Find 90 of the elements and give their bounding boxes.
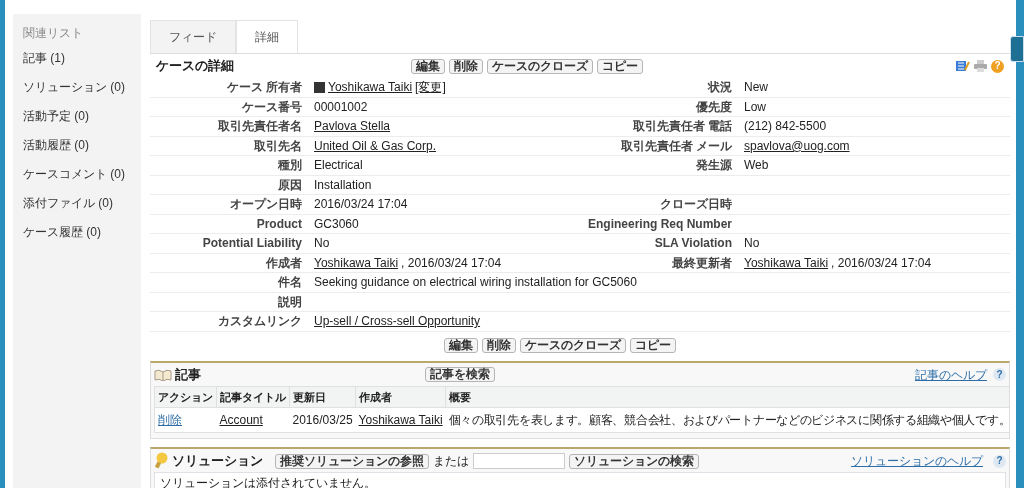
field-value: Electrical [314,157,363,175]
list-title: ソリューション [172,452,263,471]
article-link[interactable]: Account [219,413,263,427]
field-value: (212) 842-5500 [744,118,827,136]
list-title: 記事 [175,365,202,384]
related-list-link[interactable]: 添付ファイル (0) [23,194,131,212]
field-label: 取引先責任者 メール [620,138,732,153]
action-button[interactable]: 削除 [449,58,483,74]
field-link[interactable]: spavlova@uog.com [744,136,850,155]
field-label: 取引先責任者名 [218,119,302,134]
field-label: 件名 [278,275,302,290]
author-link[interactable]: Yoshikawa Taiki [358,413,443,427]
column-header: 概要 [445,386,1009,408]
field-value: Web [744,157,769,175]
field-label: 取引先名 [254,138,302,153]
action-button[interactable]: ケースのクローズ [520,337,626,353]
tab[interactable]: 詳細 [236,20,298,53]
book-icon [154,368,172,381]
field-label: カスタムリンク [218,314,302,329]
field-link[interactable]: United Oil & Gas Corp. [314,136,437,155]
action-button[interactable]: 編集 [411,58,445,74]
field-link[interactable]: Yoshikawa Taiki [314,255,399,270]
field-value: 2016/03/24 17:04 [314,196,408,214]
delete-link[interactable]: 削除 [158,413,182,427]
help-link[interactable]: ソリューションのヘルプ [851,452,983,470]
field-label: 状況 [708,80,732,95]
field-link[interactable]: Pavlova Stella [314,117,391,136]
search-articles-button[interactable]: 記事を検索 [425,367,495,382]
column-header: 更新日 [289,386,356,408]
field-label: 説明 [278,294,302,309]
field-label: 種別 [278,158,302,173]
browse-solutions-button[interactable]: 推奨ソリューションの参照 [275,453,429,469]
action-button[interactable]: 編集 [444,337,478,353]
field-value: New [744,79,768,97]
action-button[interactable]: ケースのクローズ [487,58,593,74]
field-value: Yoshikawa Taiki , 2016/03/24 17:04 [744,254,932,272]
field-value: No [314,235,330,253]
related-list-link[interactable]: 活動予定 (0) [23,107,131,125]
field-label: 最終更新者 [672,255,732,270]
field-label: オープン日時 [230,197,302,212]
action-button[interactable]: 削除 [482,337,516,353]
field-link[interactable]: Yoshikawa Taiki [744,255,829,270]
field-label: Engineering Req Number [587,216,732,231]
help-link[interactable]: 記事のヘルプ [915,365,987,384]
field-value: No [744,235,760,253]
field-label: 作成者 [266,255,302,270]
field-label: 原因 [278,177,302,192]
column-header: アクション [154,386,217,408]
field-value: GC3060 [314,215,359,233]
related-list-link[interactable]: 記事 (1) [23,49,131,67]
field-label: ケース番号 [242,99,302,114]
search-solutions-button[interactable]: ソリューションの検索 [569,453,699,469]
field-label: 優先度 [696,99,732,114]
field-value: Yoshikawa Taiki , 2016/03/24 17:04 [314,254,502,272]
field-value: Installation [314,176,372,194]
field-link[interactable]: Up-sell / Cross-sell Opportunity [314,312,481,331]
related-list-link[interactable]: ケース履歴 (0) [23,223,131,241]
action-button[interactable]: コピー [597,58,643,74]
field-label: 発生源 [696,158,732,173]
field-link[interactable]: [変更] [415,78,446,97]
empty-message: ソリューションは添付されていません。 [160,476,376,488]
related-list-link[interactable]: ケースコメント (0) [23,165,131,183]
field-label: ケース 所有者 [226,80,302,95]
printer-icon[interactable] [974,60,987,72]
help-icon[interactable]: ? [993,454,1006,468]
column-header: 記事タイトル [216,386,290,408]
table-cell: 個々の取引先を表します。顧客、競合会社、およびパートナーなどのビジネスに関係する組織や個人です。 [445,407,1009,433]
table-cell: 2016/03/25 [289,407,356,433]
field-value: Seeking guidance on electrical wiring installation for GC5060 [314,274,637,292]
field-label: Product [256,216,302,231]
field-value: Low [744,98,766,116]
collapse-handle[interactable] [1010,36,1024,62]
field-label: クローズ日時 [660,197,732,212]
edit-layout-icon[interactable] [956,60,970,72]
lightbulb-icon [154,452,168,470]
field-link[interactable]: Yoshikawa Taiki [328,78,413,97]
search-field[interactable] [473,453,565,469]
field-value: 00001002 [314,98,368,116]
tab[interactable]: フィード [150,20,236,53]
field-label: 取引先責任者 電話 [632,119,732,134]
related-list-link[interactable]: ソリューション (0) [23,78,131,96]
action-button[interactable]: コピー [630,337,676,353]
column-header: 作成者 [355,386,446,408]
help-icon[interactable]: ? [993,368,1006,381]
or-label: または [433,453,469,470]
field-label: Potential Liability [202,236,302,251]
field-label: SLA Violation [654,236,732,251]
sidebar-title: 関連リスト [23,25,84,42]
section-title: ケースの詳細 [156,57,235,76]
related-list-link[interactable]: 活動履歴 (0) [23,136,131,154]
